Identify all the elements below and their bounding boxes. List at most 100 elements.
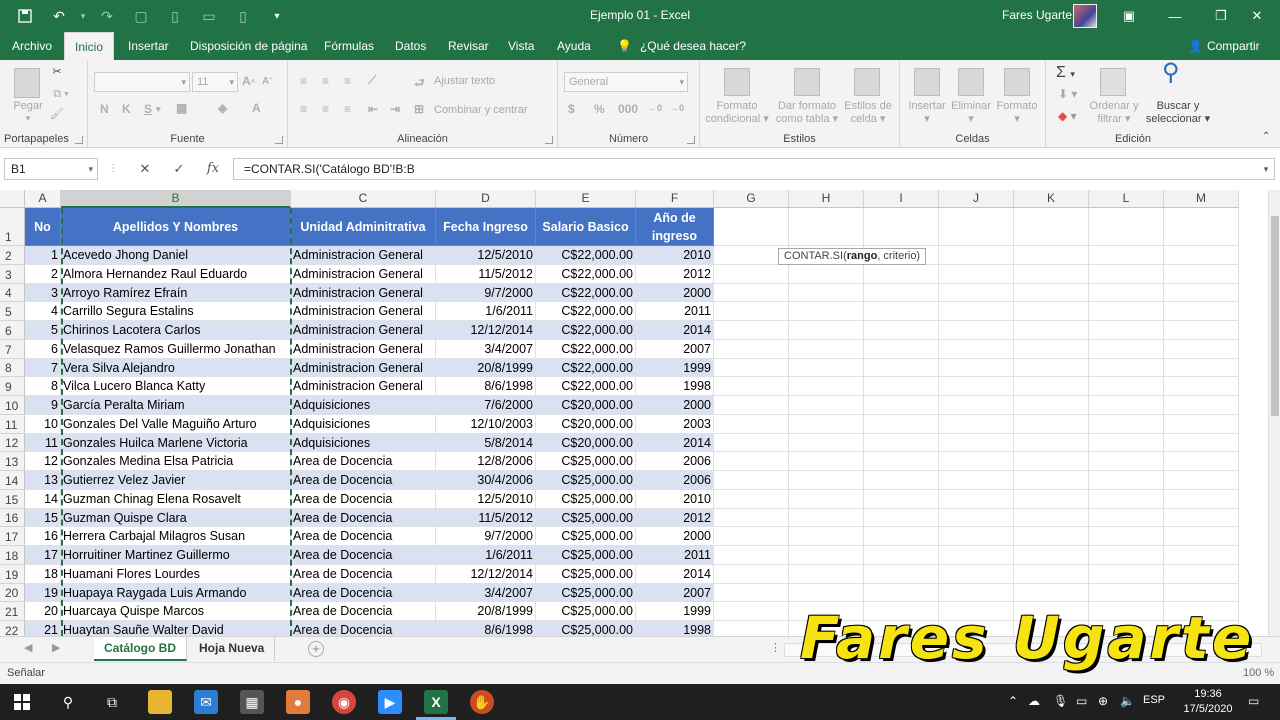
cell[interactable] — [789, 339, 864, 359]
windows-start-icon[interactable] — [10, 690, 34, 714]
cell[interactable] — [1014, 339, 1089, 359]
cell[interactable] — [789, 264, 864, 284]
paint-icon[interactable]: ● — [286, 690, 310, 714]
cell[interactable] — [1164, 414, 1239, 434]
delete-cells-button[interactable]: Eliminar ▾ — [948, 100, 994, 126]
cell[interactable] — [714, 283, 789, 303]
cell[interactable]: 5 — [25, 321, 61, 340]
format-cells-button[interactable]: Formato ▾ — [994, 100, 1040, 126]
cell[interactable]: 9 — [25, 396, 61, 415]
cell[interactable]: 11 — [25, 433, 61, 453]
clear-icon[interactable]: ◆ ▾ — [1058, 110, 1077, 123]
cell-styles-button[interactable]: Estilos de celda ▾ — [840, 100, 896, 126]
cell[interactable] — [864, 583, 939, 603]
cell[interactable]: C$22,000.00 — [536, 264, 636, 284]
cell[interactable] — [714, 452, 789, 471]
cell[interactable] — [1164, 471, 1239, 490]
cell[interactable]: 2011 — [636, 302, 714, 321]
wrap-text-button[interactable]: Ajustar texto — [434, 75, 495, 88]
avatar[interactable] — [1073, 4, 1097, 28]
format-painter-icon[interactable]: 🖌 — [50, 108, 64, 121]
cell[interactable]: 1998 — [636, 377, 714, 396]
cell[interactable] — [1164, 358, 1239, 378]
column-header-g[interactable]: G — [714, 190, 789, 208]
cell[interactable] — [1164, 433, 1239, 453]
cell[interactable] — [1164, 527, 1239, 546]
cell[interactable]: 8/6/1998 — [436, 377, 536, 396]
cell[interactable]: 6 — [25, 339, 61, 359]
cell[interactable]: 13 — [25, 471, 61, 490]
cell[interactable]: Area de Docencia — [291, 546, 436, 565]
onedrive-icon[interactable]: ☁ — [1028, 694, 1040, 708]
cell[interactable]: C$20,000.00 — [536, 433, 636, 453]
cell[interactable] — [1014, 583, 1089, 603]
cell[interactable]: 9/7/2000 — [436, 527, 536, 546]
cell[interactable] — [714, 321, 789, 340]
cell[interactable] — [789, 583, 864, 603]
cell[interactable]: 10 — [25, 414, 61, 434]
tab-disposicion[interactable]: Disposición de página — [190, 32, 307, 60]
cell[interactable]: 2 — [25, 264, 61, 284]
row-header[interactable]: 4 — [0, 283, 25, 303]
cell[interactable] — [714, 602, 789, 621]
cell[interactable]: 16 — [25, 527, 61, 546]
increase-decimal-icon[interactable]: ←0 — [648, 103, 662, 113]
cell[interactable]: C$25,000.00 — [536, 527, 636, 546]
row-header[interactable]: 11 — [0, 414, 25, 434]
cell[interactable]: Herrera Carbajal Milagros Susan — [61, 527, 291, 546]
cell[interactable]: 2000 — [636, 396, 714, 415]
cell[interactable] — [714, 508, 789, 528]
cell[interactable] — [864, 546, 939, 565]
cell[interactable] — [1014, 208, 1089, 246]
wrap-text-icon[interactable]: ⮐ — [414, 74, 425, 95]
cell[interactable] — [939, 471, 1014, 490]
select-all-corner[interactable] — [0, 190, 25, 208]
cell[interactable] — [789, 527, 864, 546]
column-header-j[interactable]: J — [939, 190, 1014, 208]
cell[interactable]: 3 — [25, 283, 61, 303]
collapse-ribbon-icon[interactable]: ⌃ — [1262, 130, 1270, 143]
cell[interactable]: 11/5/2012 — [436, 508, 536, 528]
cell[interactable]: 8 — [25, 377, 61, 396]
cell[interactable]: Guzman Quispe Clara — [61, 508, 291, 528]
cell[interactable]: Adquisiciones — [291, 433, 436, 453]
conditional-format-button[interactable]: Formato condicional ▾ — [702, 100, 772, 126]
align-right-icon[interactable]: ≡ — [344, 102, 351, 116]
row-header[interactable]: 1 — [0, 208, 25, 246]
cell[interactable] — [789, 208, 864, 246]
cell[interactable] — [1164, 564, 1239, 584]
cell[interactable] — [864, 302, 939, 321]
cell[interactable] — [864, 264, 939, 284]
cell[interactable]: 3/4/2007 — [436, 583, 536, 603]
cell[interactable]: Huaytan Sauñe Walter David — [61, 621, 291, 636]
task-view-icon[interactable]: ⧉ — [100, 690, 124, 714]
cell[interactable] — [714, 583, 789, 603]
cell[interactable] — [714, 621, 789, 636]
fill-icon[interactable]: ⬇ ▾ — [1058, 88, 1077, 101]
cell[interactable]: Area de Docencia — [291, 602, 436, 621]
cell[interactable]: 1/6/2011 — [436, 302, 536, 321]
cell[interactable]: 15 — [25, 508, 61, 528]
cell[interactable]: Gonzales Medina Elsa Patricia — [61, 452, 291, 471]
cell[interactable]: 21 — [25, 621, 61, 636]
cell[interactable]: 8/6/1998 — [436, 621, 536, 636]
row-header[interactable]: 19 — [0, 564, 25, 584]
cell[interactable]: Adquisiciones — [291, 414, 436, 434]
cell[interactable]: C$22,000.00 — [536, 321, 636, 340]
cell[interactable] — [864, 489, 939, 509]
cell[interactable] — [1164, 302, 1239, 321]
function-tooltip[interactable]: CONTAR.SI(rango, criterio) — [778, 248, 927, 265]
cell[interactable] — [1089, 208, 1164, 246]
cell[interactable]: 2011 — [636, 546, 714, 565]
cell[interactable] — [1014, 264, 1089, 284]
column-header-l[interactable]: L — [1089, 190, 1164, 208]
cell[interactable]: C$25,000.00 — [536, 564, 636, 584]
tab-inicio[interactable]: Inicio — [64, 32, 114, 60]
cell[interactable]: C$22,000.00 — [536, 339, 636, 359]
tab-ayuda[interactable]: Ayuda — [557, 32, 591, 60]
cell[interactable] — [1164, 396, 1239, 415]
cell[interactable] — [1089, 546, 1164, 565]
cell[interactable] — [1089, 452, 1164, 471]
vertical-scrollbar[interactable] — [1268, 190, 1280, 636]
cell[interactable] — [1014, 527, 1089, 546]
